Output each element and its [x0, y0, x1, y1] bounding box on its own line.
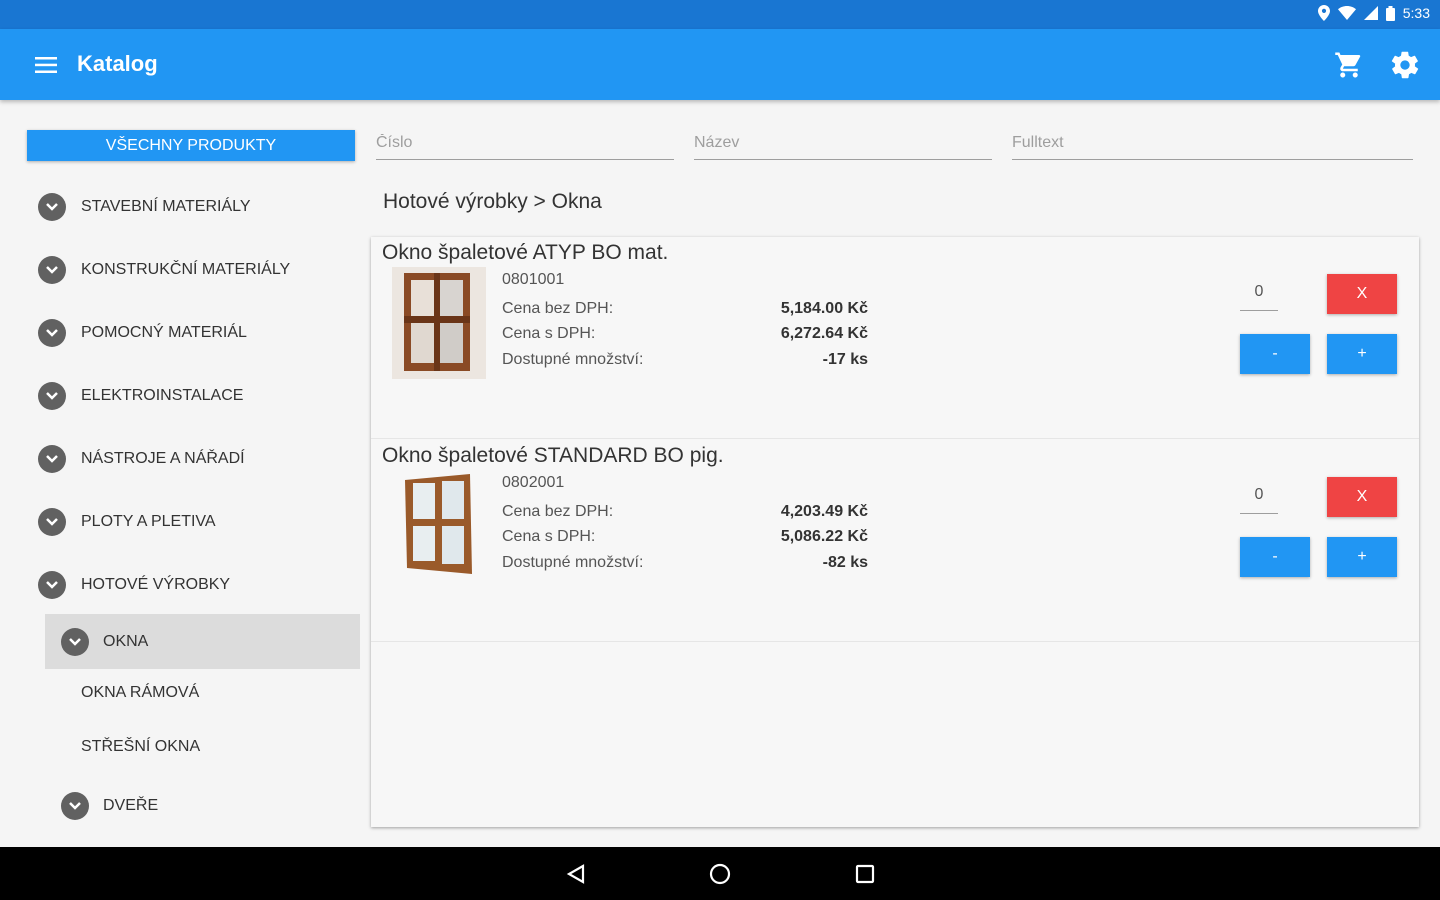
category-label: KONSTRUKČNÍ MATERIÁLY: [81, 261, 291, 278]
product-item: Okno špaletové ATYP BO mat. 0801001 Cena…: [371, 237, 1419, 439]
menu-icon: [35, 57, 57, 73]
price-without-vat-row: Cena bez DPH: 5,184.00 Kč: [502, 300, 868, 318]
wifi-icon: [1337, 6, 1356, 20]
remove-button[interactable]: X: [1327, 477, 1397, 517]
quantity-field[interactable]: 0: [1240, 480, 1278, 514]
app-title: Katalog: [77, 51, 158, 76]
battery-icon: [1385, 5, 1395, 21]
back-icon: [566, 864, 585, 884]
signal-icon: [1363, 6, 1378, 20]
chevron-down-icon: [38, 319, 66, 347]
product-list: Okno špaletové ATYP BO mat. 0801001 Cena…: [371, 237, 1419, 827]
product-image: [392, 470, 486, 582]
product-item: Okno špaletové STANDARD BO pig. 0802001 …: [371, 440, 1419, 642]
fulltext-input[interactable]: [1012, 128, 1413, 158]
price-with-vat-label: Cena s DPH:: [502, 325, 596, 342]
available-value: -17 ks: [822, 351, 868, 368]
category-nastroje-a-naradi[interactable]: NÁSTROJE A NÁŘADÍ: [27, 437, 360, 481]
price-without-vat-row: Cena bez DPH: 4,203.49 Kč: [502, 503, 868, 521]
subcategory-dvere[interactable]: DVEŘE: [45, 784, 360, 828]
category-stavebni-materialy[interactable]: STAVEBNÍ MATERIÁLY: [27, 185, 360, 229]
product-code: 0801001: [502, 271, 565, 288]
available-row: Dostupné množství: -17 ks: [502, 351, 868, 369]
available-row: Dostupné množství: -82 ks: [502, 554, 868, 572]
cart-icon: [1335, 52, 1361, 78]
price-without-vat-label: Cena bez DPH:: [502, 503, 614, 520]
price-with-vat-value: 5,086.22 Kč: [780, 528, 868, 545]
price-without-vat-label: Cena bez DPH:: [502, 300, 614, 317]
price-with-vat-row: Cena s DPH: 6,272.64 Kč: [502, 325, 868, 343]
number-input[interactable]: [376, 128, 674, 158]
category-hotove-vyrobky[interactable]: HOTOVÉ VÝROBKY: [27, 563, 360, 607]
product-code: 0802001: [502, 474, 565, 491]
category-elektroinstalace[interactable]: ELEKTROINSTALACE: [27, 374, 360, 418]
price-with-vat-value: 6,272.64 Kč: [780, 325, 868, 342]
subcategory-stresni-okna[interactable]: STŘEŠNÍ OKNA: [45, 725, 360, 769]
cart-button[interactable]: [1330, 47, 1368, 83]
price-without-vat-value: 5,184.00 Kč: [780, 300, 868, 317]
price-without-vat-value: 4,203.49 Kč: [780, 503, 868, 520]
category-label: POMOCNÝ MATERIÁL: [81, 324, 247, 341]
category-label: ELEKTROINSTALACE: [81, 387, 244, 404]
menu-button[interactable]: [28, 49, 64, 81]
app-toolbar: Katalog: [0, 29, 1440, 100]
subcategory-okna-ramova[interactable]: OKNA RÁMOVÁ: [45, 671, 360, 715]
available-label: Dostupné množství:: [502, 554, 644, 571]
category-label: NÁSTROJE A NÁŘADÍ: [81, 450, 245, 467]
category-pomocny-material[interactable]: POMOCNÝ MATERIÁL: [27, 311, 360, 355]
home-icon: [709, 863, 731, 885]
category-label: STAVEBNÍ MATERIÁLY: [81, 198, 251, 215]
status-icons: 5:33: [1317, 5, 1430, 21]
product-name: Okno špaletové ATYP BO mat.: [382, 241, 669, 264]
product-image: [392, 267, 486, 379]
all-products-button[interactable]: VŠECHNY PRODUKTY: [27, 130, 355, 161]
increase-button[interactable]: +: [1327, 537, 1397, 577]
chevron-down-icon: [38, 445, 66, 473]
gear-icon: [1391, 51, 1419, 79]
subcategory-label: STŘEŠNÍ OKNA: [81, 738, 201, 755]
subcategory-label: OKNA: [103, 632, 149, 650]
category-label: HOTOVÉ VÝROBKY: [81, 576, 231, 593]
increase-button[interactable]: +: [1327, 334, 1397, 374]
breadcrumb: Hotové výrobky > Okna: [383, 190, 602, 213]
price-with-vat-label: Cena s DPH:: [502, 528, 596, 545]
quantity-field[interactable]: 0: [1240, 277, 1278, 311]
chevron-down-icon: [38, 508, 66, 536]
remove-button[interactable]: X: [1327, 274, 1397, 314]
system-navigation-bar: [0, 847, 1440, 900]
category-label: PLOTY A PLETIVA: [81, 513, 216, 530]
chevron-down-icon: [61, 792, 89, 820]
category-konstrukcni-materialy[interactable]: KONSTRUKČNÍ MATERIÁLY: [27, 248, 360, 292]
price-with-vat-row: Cena s DPH: 5,086.22 Kč: [502, 528, 868, 546]
name-input[interactable]: [694, 128, 992, 158]
home-button[interactable]: [705, 859, 735, 889]
chevron-down-icon: [38, 256, 66, 284]
chevron-down-icon: [38, 193, 66, 221]
status-bar: 5:33: [0, 0, 1440, 29]
number-filter: [376, 128, 674, 160]
settings-button[interactable]: [1386, 47, 1424, 83]
product-name: Okno špaletové STANDARD BO pig.: [382, 444, 724, 467]
subcategory-label: OKNA RÁMOVÁ: [81, 684, 200, 701]
chevron-down-icon: [38, 571, 66, 599]
chevron-down-icon: [38, 382, 66, 410]
recents-icon: [855, 864, 875, 884]
subcategory-label: DVEŘE: [103, 797, 159, 814]
back-button[interactable]: [561, 859, 591, 889]
category-ploty-a-pletiva[interactable]: PLOTY A PLETIVA: [27, 500, 360, 544]
chevron-down-icon: [61, 627, 89, 656]
recents-button[interactable]: [850, 859, 880, 889]
available-value: -82 ks: [822, 554, 868, 571]
decrease-button[interactable]: -: [1240, 537, 1310, 577]
available-label: Dostupné množství:: [502, 351, 644, 368]
decrease-button[interactable]: -: [1240, 334, 1310, 374]
location-icon: [1317, 5, 1330, 21]
name-filter: [694, 128, 992, 160]
status-time: 5:33: [1402, 5, 1430, 21]
fulltext-filter: [1012, 128, 1413, 160]
subcategory-okna[interactable]: OKNA: [45, 614, 360, 669]
